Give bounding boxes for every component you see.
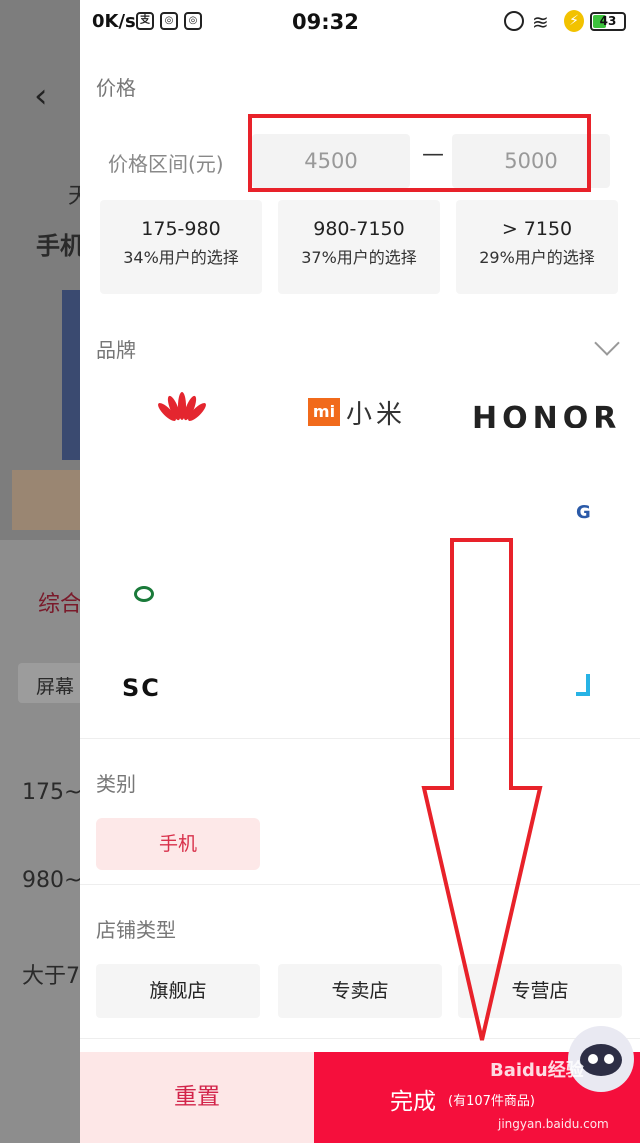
mascot-face	[580, 1044, 622, 1076]
annotation-arrow	[421, 538, 543, 1041]
mascot-eye	[604, 1054, 614, 1064]
watermark-brand: Baidu经验	[490, 1060, 584, 1081]
annotation-arrow-shape	[421, 538, 543, 1041]
watermark-url: jingyan.baidu.com	[498, 1117, 609, 1131]
mascot-eye	[588, 1054, 598, 1064]
